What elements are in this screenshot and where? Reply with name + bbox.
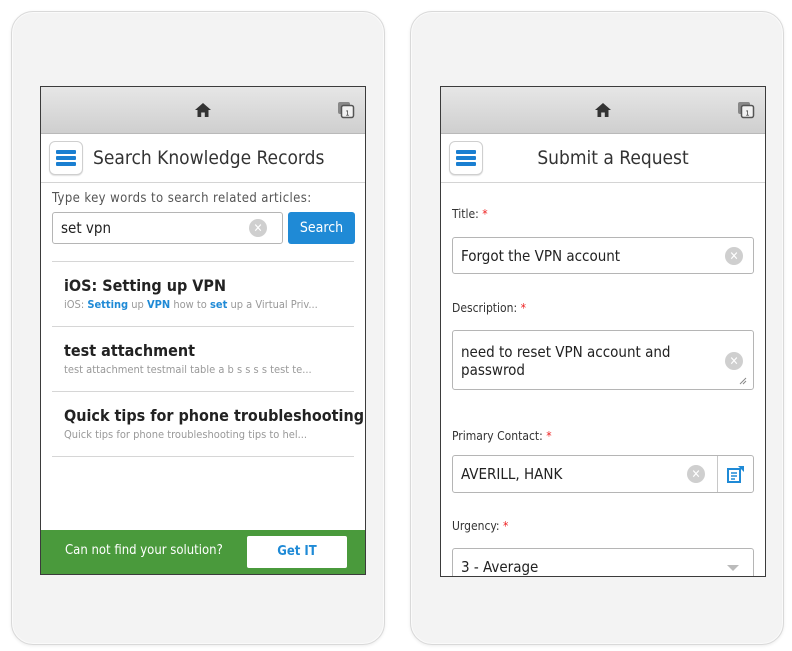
- top-nav-bar: 1: [441, 87, 765, 134]
- search-input[interactable]: set vpn ✕: [52, 212, 283, 244]
- footer-bar: Can not find your solution? Get IT: [41, 530, 365, 574]
- resize-handle-icon[interactable]: [739, 377, 747, 385]
- title-field[interactable]: Forgot the VPN account ✕: [452, 237, 754, 274]
- request-screen: 1 Submit a Request Title: * Forgot the V…: [440, 86, 766, 577]
- tabs-icon[interactable]: 1: [337, 101, 355, 119]
- snippet-highlight: Setting: [87, 298, 129, 311]
- footer-text: Can not find your solution?: [65, 543, 223, 558]
- contact-lookup-icon[interactable]: [717, 456, 753, 492]
- result-snippet: test attachment testmail table a b s s s…: [64, 363, 312, 376]
- svg-text:1: 1: [745, 110, 749, 118]
- urgency-label: Urgency: *: [452, 519, 509, 533]
- result-item[interactable]: test attachment test attachment testmail …: [52, 326, 354, 391]
- title-label: Title: *: [452, 207, 488, 221]
- search-screen: 1 Search Knowledge Records Type key word…: [40, 86, 366, 575]
- description-label: Description: *: [452, 301, 526, 315]
- results-list: iOS: Setting up VPN iOS: Setting up VPN h…: [52, 261, 364, 457]
- snippet-text: how to: [170, 298, 210, 311]
- right-phone-frame: 1 Submit a Request Title: * Forgot the V…: [410, 11, 784, 645]
- result-snippet: Quick tips for phone troubleshooting tip…: [64, 428, 307, 441]
- result-title: Quick tips for phone troubleshooting: [64, 406, 365, 425]
- chevron-down-icon: [727, 565, 739, 571]
- search-input-value: set vpn: [61, 219, 112, 237]
- snippet-text: up a Virtual Priv...: [227, 298, 318, 311]
- get-it-button[interactable]: Get IT: [247, 536, 347, 568]
- left-phone-frame: 1 Search Knowledge Records Type key word…: [11, 11, 385, 645]
- description-field[interactable]: need to reset VPN account and passwrod ✕: [452, 330, 754, 390]
- snippet-text: Quick tips for phone troubleshooting tip…: [64, 428, 308, 441]
- snippet-highlight: set: [209, 298, 228, 311]
- home-icon[interactable]: [594, 101, 612, 119]
- clear-icon[interactable]: ✕: [725, 247, 743, 265]
- page-title: Submit a Request: [537, 147, 689, 169]
- clear-icon[interactable]: ✕: [687, 465, 705, 483]
- search-hint: Type key words to search related article…: [52, 191, 312, 206]
- result-title: iOS: Setting up VPN: [64, 276, 226, 295]
- home-icon[interactable]: [194, 101, 212, 119]
- tabs-icon[interactable]: 1: [737, 101, 755, 119]
- primary-contact-field[interactable]: AVERILL, HANK ✕: [452, 455, 754, 493]
- result-snippet: iOS: Setting up VPN how to set up a Virt…: [64, 298, 318, 311]
- svg-text:1: 1: [345, 110, 349, 118]
- page-header: Submit a Request: [441, 134, 765, 183]
- snippet-text: test attachment testmail table a b s s s…: [64, 363, 312, 376]
- page-header: Search Knowledge Records: [41, 134, 365, 183]
- urgency-select[interactable]: 3 - Average: [452, 548, 754, 576]
- result-item[interactable]: Quick tips for phone troubleshooting Quic…: [52, 391, 364, 457]
- search-button[interactable]: Search: [288, 212, 355, 244]
- snippet-highlight: VPN: [146, 298, 171, 311]
- clear-icon[interactable]: ✕: [725, 352, 743, 370]
- menu-icon[interactable]: [49, 141, 83, 175]
- clear-icon[interactable]: ✕: [249, 219, 267, 237]
- snippet-text: iOS:: [64, 298, 88, 311]
- snippet-text: up: [128, 298, 147, 311]
- top-nav-bar: 1: [41, 87, 365, 134]
- result-item[interactable]: iOS: Setting up VPN iOS: Setting up VPN h…: [52, 261, 354, 326]
- page-title: Search Knowledge Records: [93, 147, 325, 169]
- result-title: test attachment: [64, 341, 195, 360]
- primary-contact-label: Primary Contact: *: [452, 429, 552, 443]
